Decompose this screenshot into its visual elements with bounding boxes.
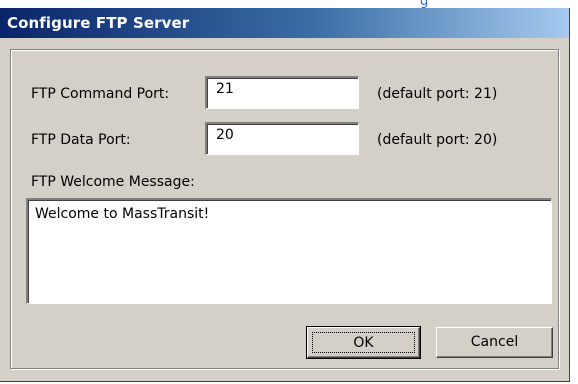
title-bar[interactable]: Configure FTP Server [0, 8, 569, 38]
ok-button[interactable]: OK [306, 326, 421, 359]
command-port-input[interactable]: 21 [205, 76, 359, 109]
data-port-input[interactable]: 20 [205, 122, 359, 155]
command-port-default-hint: (default port: 21) [377, 86, 498, 102]
dialog-title: Configure FTP Server [7, 14, 190, 32]
background-text-fragment: g [420, 0, 429, 8]
ok-button-label: OK [312, 332, 415, 353]
cancel-button[interactable]: Cancel [436, 327, 553, 358]
configure-ftp-dialog: Configure FTP Server FTP Command Port: 2… [0, 8, 570, 382]
background-window-strip: g [0, 0, 578, 8]
data-port-default-hint: (default port: 20) [377, 132, 498, 148]
welcome-message-textarea[interactable]: Welcome to MassTransit! [26, 198, 552, 304]
welcome-message-label: FTP Welcome Message: [31, 174, 195, 190]
data-port-label: FTP Data Port: [31, 132, 131, 148]
command-port-label: FTP Command Port: [31, 86, 170, 102]
